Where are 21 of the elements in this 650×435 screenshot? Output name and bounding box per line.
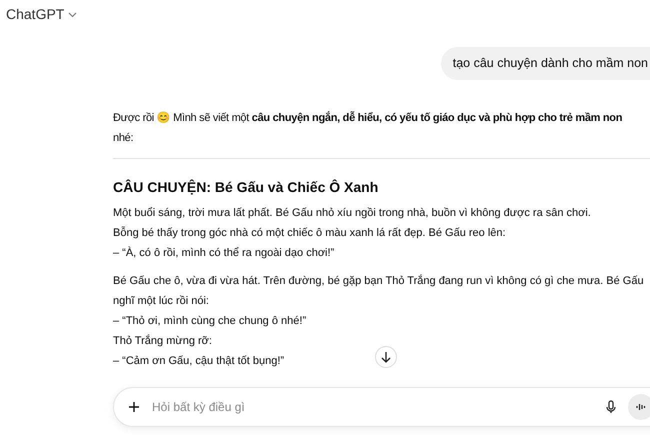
story-line: Thỏ Trắng mừng rỡ: [113, 334, 212, 349]
story-line: nghĩ một lúc rồi nói: [113, 294, 209, 309]
prompt-input[interactable]: Hỏi bất kỳ điều gì [152, 398, 572, 416]
story-line: Bỗng bé thấy trong góc nhà có một chiếc ô màu xanh lá rất đẹp. Bé Gấu reo lên: [113, 226, 506, 241]
story-line: – “Thỏ ơi, mình cùng che chung ô nhé!” [113, 314, 306, 329]
user-message: tạo câu chuyện dành cho mầm non [440, 47, 650, 80]
plus-icon[interactable] [128, 401, 140, 413]
story-line: – “À, có ô rồi, mình có thể ra ngoài dạo chơi!” [113, 246, 334, 261]
message-composer[interactable]: Hỏi bất kỳ điều gì [113, 387, 650, 427]
story-line: Một buổi sáng, trời mưa lất phất. Bé Gấu nhỏ xíu ngồi trong nhà, buồn vì không được ra sân chơi. [113, 206, 591, 221]
intro-text: Được rồi 😊 Mình sẽ viết một câu chuyện ngắn, dễ hiểu, có yếu tố giáo dục và phù hợp cho trẻ mầm non nhé: [113, 110, 622, 146]
voice-button[interactable] [628, 394, 650, 420]
chevron-down-icon[interactable] [68, 12, 78, 18]
story-line: – “Cảm ơn Gấu, cậu thật tốt bụng!” [113, 354, 284, 369]
story-heading: CÂU CHUYỆN: Bé Gấu và Chiếc Ô Xanh [113, 178, 380, 197]
microphone-icon[interactable] [606, 400, 616, 414]
story-line: Bé Gấu che ô, vừa đi vừa hát. Trên đường, bé gặp bạn Thỏ Trắng đang run vì không có gì che mưa. Bé Gấu [113, 274, 644, 289]
scroll-down-button[interactable] [375, 346, 397, 368]
arrow-down-icon [380, 351, 392, 363]
waveform-icon [636, 402, 646, 412]
app-title[interactable]: ChatGPT [6, 4, 64, 25]
